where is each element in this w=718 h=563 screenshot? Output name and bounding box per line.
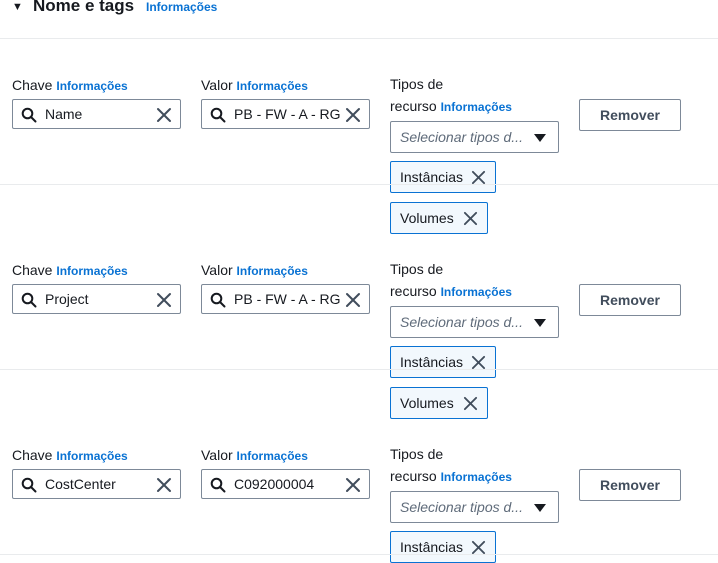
remove-button[interactable]: Remover bbox=[579, 284, 681, 316]
resource-types-select[interactable]: Selecionar tipos d... bbox=[390, 491, 559, 523]
caret-down-icon bbox=[534, 134, 546, 142]
close-icon[interactable] bbox=[345, 477, 361, 493]
value-value: PB - FW - A - RG bbox=[234, 106, 341, 122]
token-label: Instâncias bbox=[400, 539, 464, 555]
types-label-line1: Tipos de bbox=[390, 261, 444, 277]
close-icon[interactable] bbox=[156, 477, 172, 493]
value-input[interactable]: C092000004 bbox=[201, 469, 370, 499]
key-input[interactable]: Name bbox=[12, 99, 181, 129]
key-input[interactable]: Project bbox=[12, 284, 181, 314]
select-placeholder: Selecionar tipos d... bbox=[400, 499, 523, 515]
key-label: Chave Informações bbox=[12, 261, 128, 280]
key-label-text: Chave bbox=[12, 262, 53, 278]
close-icon[interactable] bbox=[471, 170, 486, 185]
close-icon[interactable] bbox=[345, 292, 361, 308]
key-info-link[interactable]: Informações bbox=[56, 449, 127, 463]
value-input[interactable]: PB - FW - A - RG bbox=[201, 99, 370, 129]
key-label-text: Chave bbox=[12, 77, 53, 93]
key-value: CostCenter bbox=[45, 476, 116, 492]
close-icon[interactable] bbox=[345, 107, 361, 123]
types-label-text: recurso bbox=[390, 98, 437, 114]
key-label-text: Chave bbox=[12, 447, 53, 463]
close-icon[interactable] bbox=[471, 540, 486, 555]
value-label: Valor Informações bbox=[201, 261, 308, 280]
row-divider bbox=[0, 554, 718, 555]
search-icon bbox=[210, 292, 226, 308]
token-label: Instâncias bbox=[400, 169, 464, 185]
resource-types-select[interactable]: Selecionar tipos d... bbox=[390, 121, 559, 153]
search-icon bbox=[210, 477, 226, 493]
types-label-line1: Tipos de bbox=[390, 76, 444, 92]
search-icon bbox=[21, 107, 37, 123]
key-label: Chave Informações bbox=[12, 76, 128, 95]
remove-button[interactable]: Remover bbox=[579, 469, 681, 501]
value-label: Valor Informações bbox=[201, 76, 308, 95]
select-placeholder: Selecionar tipos d... bbox=[400, 314, 523, 330]
search-icon bbox=[210, 107, 226, 123]
value-label: Valor Informações bbox=[201, 446, 308, 465]
types-label-line2: recurso Informações bbox=[390, 97, 512, 116]
value-label-text: Valor bbox=[201, 447, 233, 463]
search-icon bbox=[21, 477, 37, 493]
value-label-text: Valor bbox=[201, 262, 233, 278]
key-info-link[interactable]: Informações bbox=[56, 264, 127, 278]
types-info-link[interactable]: Informações bbox=[441, 285, 512, 299]
value-value: C092000004 bbox=[234, 476, 315, 492]
types-info-link[interactable]: Informações bbox=[441, 470, 512, 484]
tag-row: Chave Informações Project Valor Informaç… bbox=[0, 185, 718, 419]
resource-type-token: Instâncias bbox=[390, 531, 496, 563]
types-label-line1: Tipos de bbox=[390, 446, 444, 462]
value-info-link[interactable]: Informações bbox=[237, 449, 308, 463]
caret-down-icon bbox=[534, 504, 546, 512]
close-icon[interactable] bbox=[471, 355, 486, 370]
types-label-text: recurso bbox=[390, 283, 437, 299]
token-label: Instâncias bbox=[400, 354, 464, 370]
key-info-link[interactable]: Informações bbox=[56, 79, 127, 93]
resource-types-select[interactable]: Selecionar tipos d... bbox=[390, 306, 559, 338]
search-icon bbox=[21, 292, 37, 308]
close-icon[interactable] bbox=[156, 292, 172, 308]
value-value: PB - FW - A - RG bbox=[234, 291, 341, 307]
caret-down-icon bbox=[534, 319, 546, 327]
key-value: Name bbox=[45, 106, 83, 122]
types-label-line2: recurso Informações bbox=[390, 467, 512, 486]
key-value: Project bbox=[45, 291, 89, 307]
close-icon[interactable] bbox=[156, 107, 172, 123]
value-label-text: Valor bbox=[201, 77, 233, 93]
value-input[interactable]: PB - FW - A - RG bbox=[201, 284, 370, 314]
key-input[interactable]: CostCenter bbox=[12, 469, 181, 499]
types-label-line2: recurso Informações bbox=[390, 282, 512, 301]
key-label: Chave Informações bbox=[12, 446, 128, 465]
types-info-link[interactable]: Informações bbox=[441, 100, 512, 114]
tag-row: Chave Informações CostCenter Valor Infor… bbox=[0, 370, 718, 563]
types-label-text: recurso bbox=[390, 468, 437, 484]
value-info-link[interactable]: Informações bbox=[237, 79, 308, 93]
select-placeholder: Selecionar tipos d... bbox=[400, 129, 523, 145]
remove-button[interactable]: Remover bbox=[579, 99, 681, 131]
value-info-link[interactable]: Informações bbox=[237, 264, 308, 278]
tag-row: Chave Informações Name Valor Informações… bbox=[0, 0, 718, 234]
